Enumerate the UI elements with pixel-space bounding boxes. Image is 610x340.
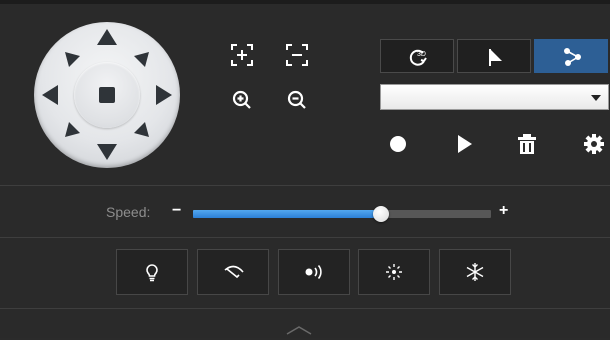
defrost-snowflake-icon xyxy=(466,263,484,281)
speed-decrease-button[interactable]: − xyxy=(172,202,181,220)
pan-up-left-button[interactable] xyxy=(63,50,81,68)
preset-select[interactable] xyxy=(380,84,609,110)
trash-icon[interactable] xyxy=(517,133,541,157)
settings-gear-icon[interactable] xyxy=(583,133,607,157)
speed-increase-button[interactable]: + xyxy=(499,202,508,220)
pan-right-button[interactable] xyxy=(155,84,173,106)
divider-middle xyxy=(0,237,610,238)
pan-down-right-button[interactable] xyxy=(133,121,151,139)
ptz-control-panel: 3D Speed: − + xyxy=(0,0,610,338)
pan-down-button[interactable] xyxy=(96,143,118,161)
tab-preset[interactable] xyxy=(457,39,531,73)
flag-icon xyxy=(489,49,502,66)
magnify-minus-icon[interactable] xyxy=(286,89,310,113)
chevron-down-icon xyxy=(591,95,601,101)
3d-label: 3D xyxy=(417,51,426,58)
ir-sensor-icon xyxy=(305,264,322,280)
defrost-button[interactable] xyxy=(439,249,511,295)
zoom-out-frame-icon[interactable] xyxy=(285,43,309,67)
3d-rotate-icon: 3D xyxy=(409,49,427,66)
ptz-joystick[interactable] xyxy=(34,22,180,168)
speed-slider-fill xyxy=(193,210,381,218)
light-bulb-icon xyxy=(146,264,158,282)
joystick-center xyxy=(74,62,140,128)
tab-3d-positioning[interactable]: 3D xyxy=(380,39,454,73)
pan-down-left-button[interactable] xyxy=(63,121,81,139)
top-edge xyxy=(0,0,610,4)
play-icon[interactable] xyxy=(455,134,479,158)
path-nodes-icon xyxy=(564,48,581,66)
divider-top xyxy=(0,185,610,186)
light-button[interactable] xyxy=(116,249,188,295)
collapse-chevron-up-icon[interactable] xyxy=(286,322,312,340)
record-icon[interactable] xyxy=(388,134,412,158)
brightness-icon xyxy=(386,264,402,280)
brightness-button[interactable] xyxy=(358,249,430,295)
speed-slider-thumb[interactable] xyxy=(373,206,389,222)
ir-button[interactable] xyxy=(278,249,350,295)
stop-button[interactable] xyxy=(99,87,115,103)
wiper-button[interactable] xyxy=(197,249,269,295)
divider-bottom xyxy=(0,308,610,309)
pan-up-right-button[interactable] xyxy=(133,50,151,68)
magnify-plus-icon[interactable] xyxy=(231,89,255,113)
pan-left-button[interactable] xyxy=(41,84,59,106)
zoom-in-frame-icon[interactable] xyxy=(230,43,254,67)
tab-patrol-path[interactable] xyxy=(534,39,608,73)
wiper-icon xyxy=(224,265,244,279)
speed-slider[interactable] xyxy=(193,206,491,222)
speed-label: Speed: xyxy=(106,204,151,220)
pan-up-button[interactable] xyxy=(96,28,118,46)
